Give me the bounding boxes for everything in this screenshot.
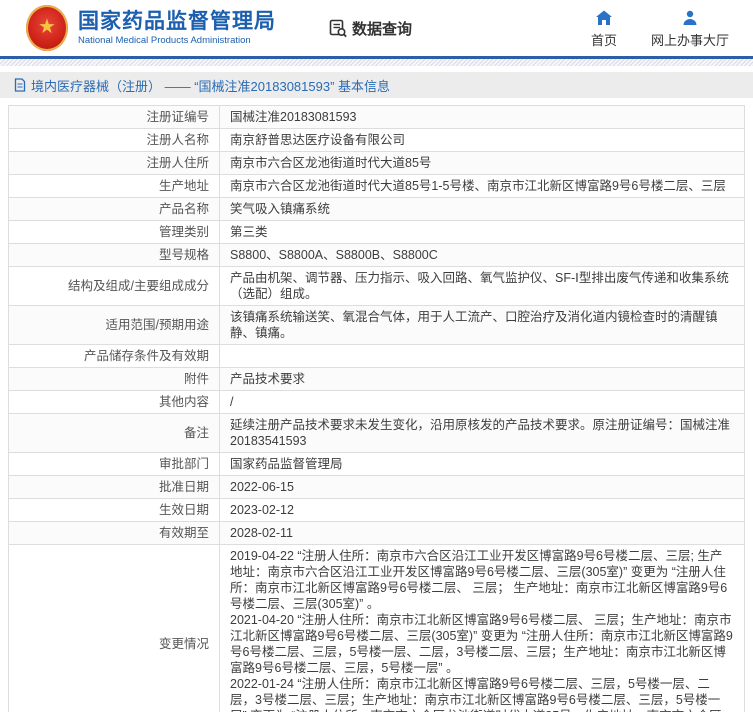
- row-label: 注册证编号: [9, 106, 220, 129]
- table-row: 批准日期2022-06-15: [9, 476, 745, 499]
- info-table-wrap: 注册证编号国械注准20183081593注册人名称南京舒普思达医疗设备有限公司注…: [8, 105, 745, 712]
- row-label: 注册人住所: [9, 152, 220, 175]
- brand: 国家药品监督管理局 National Medical Products Admi…: [78, 10, 276, 46]
- row-value: 南京市六合区龙池街道时代大道85号: [220, 152, 745, 175]
- nav-item-service-hall[interactable]: 网上办事大厅: [651, 10, 729, 49]
- row-value: 2028-02-11: [220, 522, 745, 545]
- row-value: 国家药品监督管理局: [220, 453, 745, 476]
- user-icon: [682, 10, 698, 26]
- row-label: 型号规格: [9, 244, 220, 267]
- star-icon: ★: [38, 17, 56, 37]
- row-label: 产品储存条件及有效期: [9, 345, 220, 368]
- row-value: 2023-02-12: [220, 499, 745, 522]
- table-row: 生产地址南京市六合区龙池街道时代大道85号1-5号楼、南京市江北新区博富路9号6…: [9, 175, 745, 198]
- table-row: 管理类别第三类: [9, 221, 745, 244]
- row-value: 南京舒普思达医疗设备有限公司: [220, 129, 745, 152]
- data-query-icon: [328, 18, 348, 38]
- hatch-band: [0, 59, 753, 66]
- header: ★ 国家药品监督管理局 National Medical Products Ad…: [0, 0, 753, 56]
- data-query-label: 数据查询: [352, 18, 412, 39]
- row-value: 2022-06-15: [220, 476, 745, 499]
- document-icon: [14, 78, 26, 92]
- row-label: 备注: [9, 414, 220, 453]
- table-row: 产品名称笑气吸入镇痛系统: [9, 198, 745, 221]
- table-row: 产品储存条件及有效期: [9, 345, 745, 368]
- table-row: 结构及组成/主要组成成分产品由机架、调节器、压力指示、吸入回路、氧气监护仪、SF…: [9, 267, 745, 306]
- row-label: 附件: [9, 368, 220, 391]
- row-label: 有效期至: [9, 522, 220, 545]
- row-label: 适用范围/预期用途: [9, 306, 220, 345]
- row-value: [220, 345, 745, 368]
- info-table-body: 注册证编号国械注准20183081593注册人名称南京舒普思达医疗设备有限公司注…: [9, 106, 745, 712]
- table-row: 审批部门国家药品监督管理局: [9, 453, 745, 476]
- row-value: 产品技术要求: [220, 368, 745, 391]
- table-row: 注册证编号国械注准20183081593: [9, 106, 745, 129]
- breadcrumb-text: 境内医疗器械（注册） —— “国械注准20183081593” 基本信息: [31, 76, 390, 95]
- row-value: 延续注册产品技术要求未发生变化，沿用原核发的产品技术要求。原注册证编号：国械注准…: [220, 414, 745, 453]
- table-row: 附件产品技术要求: [9, 368, 745, 391]
- row-label: 生效日期: [9, 499, 220, 522]
- row-label: 注册人名称: [9, 129, 220, 152]
- row-value: 国械注准20183081593: [220, 106, 745, 129]
- row-value: 南京市六合区龙池街道时代大道85号1-5号楼、南京市江北新区博富路9号6号楼二层…: [220, 175, 745, 198]
- table-row: 其他内容/: [9, 391, 745, 414]
- row-value: 笑气吸入镇痛系统: [220, 198, 745, 221]
- home-icon: [595, 10, 613, 26]
- site-title: 国家药品监督管理局: [78, 10, 276, 33]
- row-label: 批准日期: [9, 476, 220, 499]
- table-row: 型号规格S8800、S8800A、S8800B、S8800C: [9, 244, 745, 267]
- row-label: 变更情况: [9, 545, 220, 712]
- table-row: 生效日期2023-02-12: [9, 499, 745, 522]
- row-label: 产品名称: [9, 198, 220, 221]
- row-value: 第三类: [220, 221, 745, 244]
- row-value: 该镇痛系统输送笑、氧混合气体，用于人工流产、口腔治疗及消化道内镜检查时的清醒镇静…: [220, 306, 745, 345]
- row-value: 产品由机架、调节器、压力指示、吸入回路、氧气监护仪、SF-Ⅰ型排出废气传递和收集…: [220, 267, 745, 306]
- row-label: 审批部门: [9, 453, 220, 476]
- info-table: 注册证编号国械注准20183081593注册人名称南京舒普思达医疗设备有限公司注…: [8, 105, 745, 712]
- national-emblem-logo: ★: [26, 5, 68, 51]
- nav-service-hall-label: 网上办事大厅: [651, 30, 729, 49]
- row-label: 其他内容: [9, 391, 220, 414]
- top-nav: 首页 网上办事大厅: [591, 10, 743, 49]
- row-label: 管理类别: [9, 221, 220, 244]
- table-row: 注册人名称南京舒普思达医疗设备有限公司: [9, 129, 745, 152]
- row-label: 结构及组成/主要组成成分: [9, 267, 220, 306]
- table-row: 有效期至2028-02-11: [9, 522, 745, 545]
- row-value: S8800、S8800A、S8800B、S8800C: [220, 244, 745, 267]
- row-value: /: [220, 391, 745, 414]
- breadcrumb: 境内医疗器械（注册） —— “国械注准20183081593” 基本信息: [0, 72, 753, 98]
- row-value: 2019-04-22 “注册人住所：南京市六合区沿江工业开发区博富路9号6号楼二…: [220, 545, 745, 712]
- site-subtitle: National Medical Products Administration: [78, 35, 276, 46]
- row-label: 生产地址: [9, 175, 220, 198]
- table-row: 备注延续注册产品技术要求未发生变化，沿用原核发的产品技术要求。原注册证编号：国械…: [9, 414, 745, 453]
- nav-item-home[interactable]: 首页: [591, 10, 617, 49]
- table-row: 注册人住所南京市六合区龙池街道时代大道85号: [9, 152, 745, 175]
- nav-home-label: 首页: [591, 30, 617, 49]
- table-row: 适用范围/预期用途该镇痛系统输送笑、氧混合气体，用于人工流产、口腔治疗及消化道内…: [9, 306, 745, 345]
- menu-item-data-query[interactable]: 数据查询: [328, 18, 412, 39]
- table-row: 变更情况2019-04-22 “注册人住所：南京市六合区沿江工业开发区博富路9号…: [9, 545, 745, 712]
- page: { "header": { "brand": { "title": "国家药品监…: [0, 0, 753, 712]
